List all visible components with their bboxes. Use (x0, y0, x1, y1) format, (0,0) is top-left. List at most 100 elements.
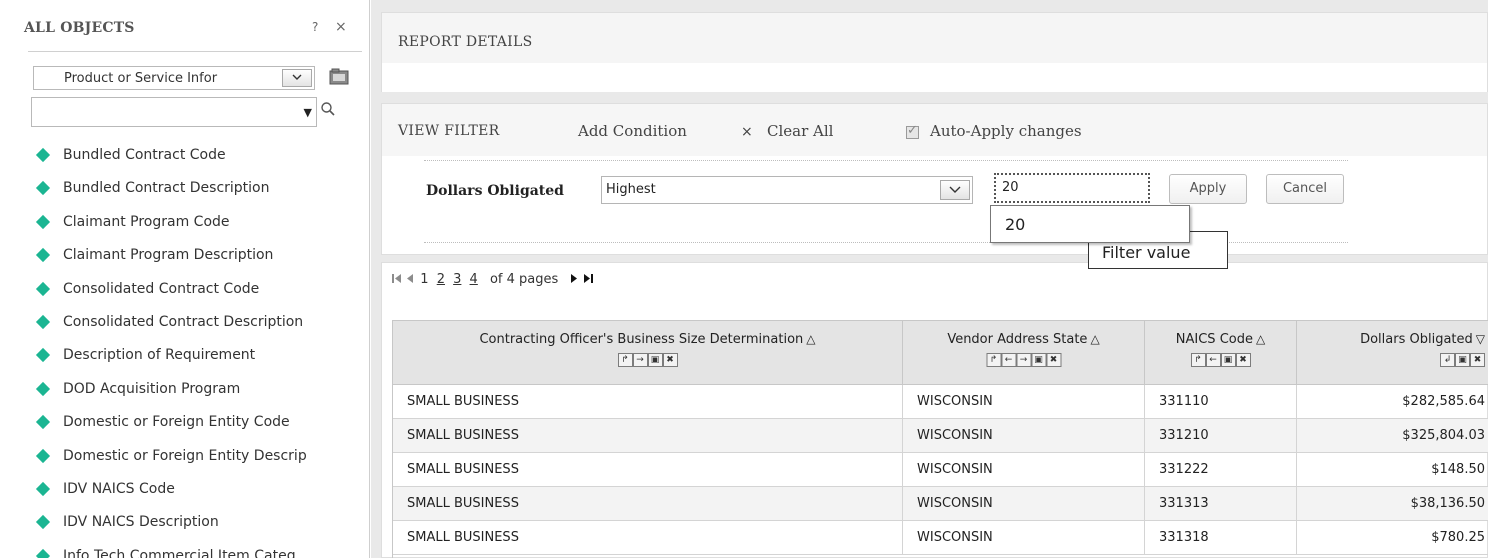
table-header: Contracting Officer's Business Size Dete… (393, 321, 1488, 385)
attribute-icon (35, 248, 51, 263)
column-header[interactable]: NAICS Code △ ↱ ← ▣ ✖ (1145, 321, 1297, 385)
condition-operator-select[interactable]: Highest (601, 176, 973, 204)
sort-ascending-icon[interactable]: △ (806, 332, 815, 346)
list-item[interactable]: Bundled Contract Code (35, 140, 366, 173)
auto-apply-label[interactable]: Auto-Apply changes (930, 122, 1082, 140)
page-link[interactable]: 2 (437, 272, 445, 287)
attribute-icon (35, 448, 51, 463)
auto-apply-checkbox[interactable] (906, 123, 919, 139)
report-details-title: REPORT DETAILS (398, 34, 533, 50)
pivot-icon[interactable]: ↱ (986, 353, 1001, 367)
subject-area-value: Product or Service Infor (64, 71, 218, 86)
list-item[interactable]: Claimant Program Code (35, 207, 366, 240)
table-cell: WISCONSIN (903, 385, 1145, 419)
section-icon[interactable]: ▣ (1455, 353, 1470, 367)
pivot-icon[interactable]: ↱ (1190, 353, 1206, 367)
page-link[interactable]: 4 (470, 272, 478, 287)
sort-descending-icon[interactable]: ▽ (1476, 332, 1485, 346)
move-right-icon[interactable]: → (632, 353, 648, 367)
cancel-button[interactable]: Cancel (1266, 174, 1344, 204)
all-objects-panel: ALL OBJECTS ? × Product or Service Infor… (0, 0, 370, 558)
object-list: Bundled Contract Code Bundled Contract D… (35, 140, 366, 558)
table-cell: SMALL BUSINESS (393, 453, 903, 487)
report-details-panel: REPORT DETAILS (381, 12, 1488, 92)
section-icon[interactable]: ▣ (647, 353, 663, 367)
move-left-icon[interactable]: ← (1001, 353, 1016, 367)
column-header[interactable]: Vendor Address State △ ↱ ← → ▣ ✖ (903, 321, 1145, 385)
current-page: 1 (420, 272, 429, 287)
remove-column-icon[interactable]: ✖ (662, 353, 678, 367)
table-row: SMALL BUSINESS WISCONSIN 331210 $325,804… (393, 419, 1488, 453)
chevron-down-icon[interactable] (940, 180, 970, 200)
move-right-icon[interactable]: → (1016, 353, 1031, 367)
folder-icon[interactable] (328, 67, 350, 87)
view-filter-title: VIEW FILTER (398, 123, 500, 139)
remove-column-icon[interactable]: ✖ (1470, 353, 1485, 367)
table-cell: 331313 (1145, 487, 1297, 521)
next-page-icon[interactable] (570, 273, 578, 287)
filter-value-suggestion[interactable]: 20 (990, 205, 1190, 243)
table-row: SMALL BUSINESS WISCONSIN 331313 $38,136.… (393, 487, 1488, 521)
clear-all-button[interactable]: Clear All (767, 122, 833, 140)
list-item[interactable]: Domestic or Foreign Entity Descrip (35, 441, 366, 474)
filter-value-input[interactable]: 20 (994, 173, 1150, 203)
move-left-icon[interactable]: ← (1205, 353, 1221, 367)
add-condition-button[interactable]: Add Condition (578, 122, 687, 140)
view-filter-panel: VIEW FILTER Add Condition × Clear All Au… (381, 103, 1488, 255)
apply-button[interactable]: Apply (1169, 174, 1247, 204)
close-icon[interactable]: × (335, 19, 347, 35)
pivot-icon[interactable]: ↱ (617, 353, 633, 367)
column-header[interactable]: Dollars Obligated ▽ ↲ ▣ ✖ (1297, 321, 1488, 385)
help-icon[interactable]: ? (312, 20, 318, 34)
sort-ascending-icon[interactable]: △ (1090, 332, 1099, 346)
panel-title: ALL OBJECTS (24, 20, 135, 36)
list-item[interactable]: Info Tech Commercial Item Categ (35, 541, 366, 558)
section-icon[interactable]: ▣ (1031, 353, 1046, 367)
sort-ascending-icon[interactable]: △ (1256, 332, 1265, 346)
attribute-icon (35, 147, 51, 163)
last-page-icon[interactable] (583, 273, 593, 287)
attribute-icon (35, 348, 51, 363)
table-cell: WISCONSIN (903, 487, 1145, 521)
attribute-icon (35, 381, 51, 396)
first-page-icon[interactable] (392, 273, 402, 287)
divider (28, 51, 362, 52)
subject-area-select[interactable]: Product or Service Infor (33, 66, 315, 90)
list-item[interactable]: IDV NAICS Code (35, 474, 366, 507)
table-cell: $38,136.50 (1410, 496, 1485, 511)
dropdown-arrow-icon[interactable]: ▼ (304, 106, 312, 119)
list-item[interactable]: Claimant Program Description (35, 240, 366, 273)
table-cell: $282,585.64 (1402, 394, 1485, 409)
list-item[interactable]: Description of Requirement (35, 340, 366, 373)
column-header[interactable]: Contracting Officer's Business Size Dete… (393, 321, 903, 385)
remove-column-icon[interactable]: ✖ (1046, 353, 1061, 367)
attribute-icon (35, 481, 51, 496)
chevron-down-icon[interactable] (282, 69, 312, 87)
table-cell: 331318 (1145, 521, 1297, 555)
table-cell: $148.50 (1431, 462, 1485, 477)
list-item[interactable]: Domestic or Foreign Entity Code (35, 407, 366, 440)
section-icon[interactable]: ▣ (1220, 353, 1236, 367)
search-icon[interactable] (320, 101, 336, 117)
attribute-icon (35, 281, 51, 296)
remove-column-icon[interactable]: ✖ (1235, 353, 1251, 367)
clear-icon[interactable]: × (741, 124, 753, 140)
pagination: 1 2 3 4 of 4 pages (392, 272, 593, 292)
condition-operator-value: Highest (606, 182, 656, 197)
list-item[interactable]: Bundled Contract Description (35, 173, 366, 206)
list-item[interactable]: IDV NAICS Description (35, 507, 366, 540)
attribute-icon (35, 314, 51, 330)
pivot-icon[interactable]: ↲ (1440, 353, 1455, 367)
table-row: SMALL BUSINESS WISCONSIN 331110 $282,585… (393, 385, 1488, 419)
page-link[interactable]: 3 (453, 272, 461, 287)
table-row: SMALL BUSINESS WISCONSIN 331318 $780.25 (393, 521, 1488, 555)
attribute-icon (35, 515, 51, 530)
list-item[interactable]: DOD Acquisition Program (35, 374, 366, 407)
list-item[interactable]: Consolidated Contract Description (35, 307, 366, 340)
prev-page-icon[interactable] (406, 273, 414, 287)
table-cell: WISCONSIN (903, 521, 1145, 555)
list-item[interactable]: Consolidated Contract Code (35, 274, 366, 307)
report-details-body (382, 63, 1487, 92)
object-search-input[interactable]: ▼ (31, 97, 317, 127)
divider (424, 160, 1348, 161)
